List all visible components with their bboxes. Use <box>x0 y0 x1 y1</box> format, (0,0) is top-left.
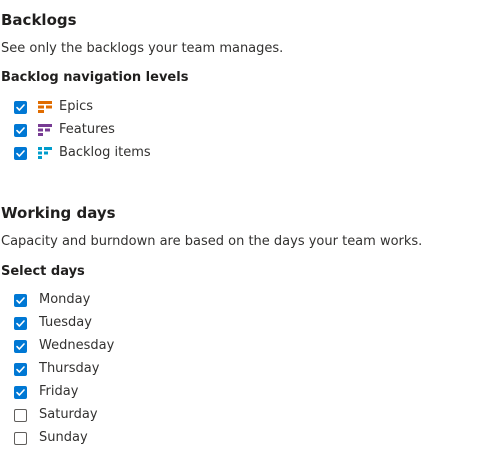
backlog-items-checkbox[interactable] <box>14 146 27 160</box>
working-days-heading: Working days <box>1 204 116 222</box>
friday-label: Friday <box>39 384 79 399</box>
feature-icon <box>38 124 52 136</box>
features-checkbox[interactable] <box>14 123 27 137</box>
day-wednesday[interactable]: Wednesday <box>14 337 114 355</box>
backlog-level-backlog-items[interactable]: Backlog items <box>14 144 151 162</box>
epics-checkbox[interactable] <box>14 100 27 114</box>
day-friday[interactable]: Friday <box>14 383 78 401</box>
saturday-label: Saturday <box>39 407 98 422</box>
backlogs-description: See only the backlogs your team manages. <box>1 41 284 56</box>
backlog-items-label: Backlog items <box>59 145 151 160</box>
monday-label: Monday <box>39 292 91 307</box>
day-sunday[interactable]: Sunday <box>14 429 88 447</box>
select-days-heading: Select days <box>1 264 85 279</box>
backlog-level-features[interactable]: Features <box>14 121 115 139</box>
backlog-levels-heading: Backlog navigation levels <box>1 70 189 85</box>
sunday-checkbox[interactable] <box>14 431 27 445</box>
friday-checkbox[interactable] <box>14 385 27 399</box>
day-tuesday[interactable]: Tuesday <box>14 314 92 332</box>
backlogs-heading: Backlogs <box>1 11 77 29</box>
day-saturday[interactable]: Saturday <box>14 406 98 424</box>
backlog-item-icon <box>38 147 52 159</box>
features-label: Features <box>59 122 115 137</box>
backlog-level-epics[interactable]: Epics <box>14 98 93 116</box>
wednesday-label: Wednesday <box>39 338 115 353</box>
epics-label: Epics <box>59 99 93 114</box>
thursday-checkbox[interactable] <box>14 362 27 376</box>
tuesday-checkbox[interactable] <box>14 316 27 330</box>
tuesday-label: Tuesday <box>39 315 92 330</box>
saturday-checkbox[interactable] <box>14 408 27 422</box>
day-thursday[interactable]: Thursday <box>14 360 99 378</box>
day-monday[interactable]: Monday <box>14 291 90 309</box>
working-days-description: Capacity and burndown are based on the d… <box>1 234 423 249</box>
sunday-label: Sunday <box>39 430 88 445</box>
epic-icon <box>38 101 52 113</box>
wednesday-checkbox[interactable] <box>14 339 27 353</box>
monday-checkbox[interactable] <box>14 293 27 307</box>
thursday-label: Thursday <box>39 361 100 376</box>
